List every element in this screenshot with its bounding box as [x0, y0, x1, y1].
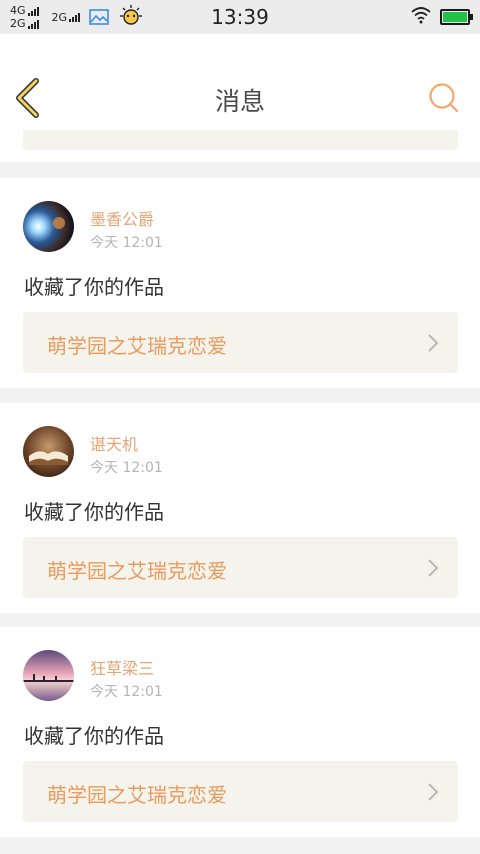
- username[interactable]: 狂草梁三: [90, 655, 154, 679]
- search-icon: [429, 83, 459, 113]
- work-link[interactable]: 萌学园之艾瑞克恋爱: [23, 537, 458, 598]
- action-text: 收藏了你的作品: [24, 724, 164, 748]
- wifi-icon: [410, 6, 432, 28]
- timestamp: 今天 12:01: [90, 460, 163, 476]
- work-link[interactable]: 萌学园之艾瑞克恋爱: [23, 312, 458, 373]
- page-title: 消息: [214, 87, 265, 116]
- username[interactable]: 墨香公爵: [90, 206, 154, 230]
- search-button[interactable]: [428, 82, 460, 114]
- message-card: 狂草梁三 今天 12:01 收藏了你的作品 萌学园之艾瑞克恋爱: [0, 627, 480, 837]
- chevron-right-icon: [428, 334, 439, 352]
- chevron-right-icon: [428, 559, 439, 577]
- avatar[interactable]: [23, 650, 74, 701]
- message-list[interactable]: 墨香公爵 今天 12:01 收藏了你的作品 萌学园之艾瑞克恋爱 谌天机 今天 1…: [0, 130, 480, 854]
- work-title: 萌学园之艾瑞克恋爱: [47, 334, 227, 358]
- work-link[interactable]: 萌学园之艾瑞克恋爱: [23, 761, 458, 822]
- action-text: 收藏了你的作品: [24, 500, 164, 524]
- avatar[interactable]: [23, 201, 74, 252]
- timestamp: 今天 12:01: [90, 684, 163, 700]
- app-header: 消息: [0, 34, 480, 130]
- chevron-right-icon: [428, 783, 439, 801]
- action-text: 收藏了你的作品: [24, 275, 164, 299]
- message-card: 墨香公爵 今天 12:01 收藏了你的作品 萌学园之艾瑞克恋爱: [0, 178, 480, 388]
- work-title: 萌学园之艾瑞克恋爱: [47, 783, 227, 807]
- previous-work-box[interactable]: [23, 130, 458, 150]
- status-right: [410, 0, 473, 34]
- avatar[interactable]: [23, 426, 74, 477]
- previous-message-card: [0, 130, 480, 162]
- timestamp: 今天 12:01: [90, 235, 163, 251]
- status-bar: 4G 2G 2G 13:39: [0, 0, 480, 34]
- work-title: 萌学园之艾瑞克恋爱: [47, 559, 227, 583]
- clock: 13:39: [211, 5, 269, 29]
- message-card: 谌天机 今天 12:01 收藏了你的作品 萌学园之艾瑞克恋爱: [0, 403, 480, 613]
- username[interactable]: 谌天机: [90, 431, 138, 455]
- battery-icon: [440, 9, 473, 25]
